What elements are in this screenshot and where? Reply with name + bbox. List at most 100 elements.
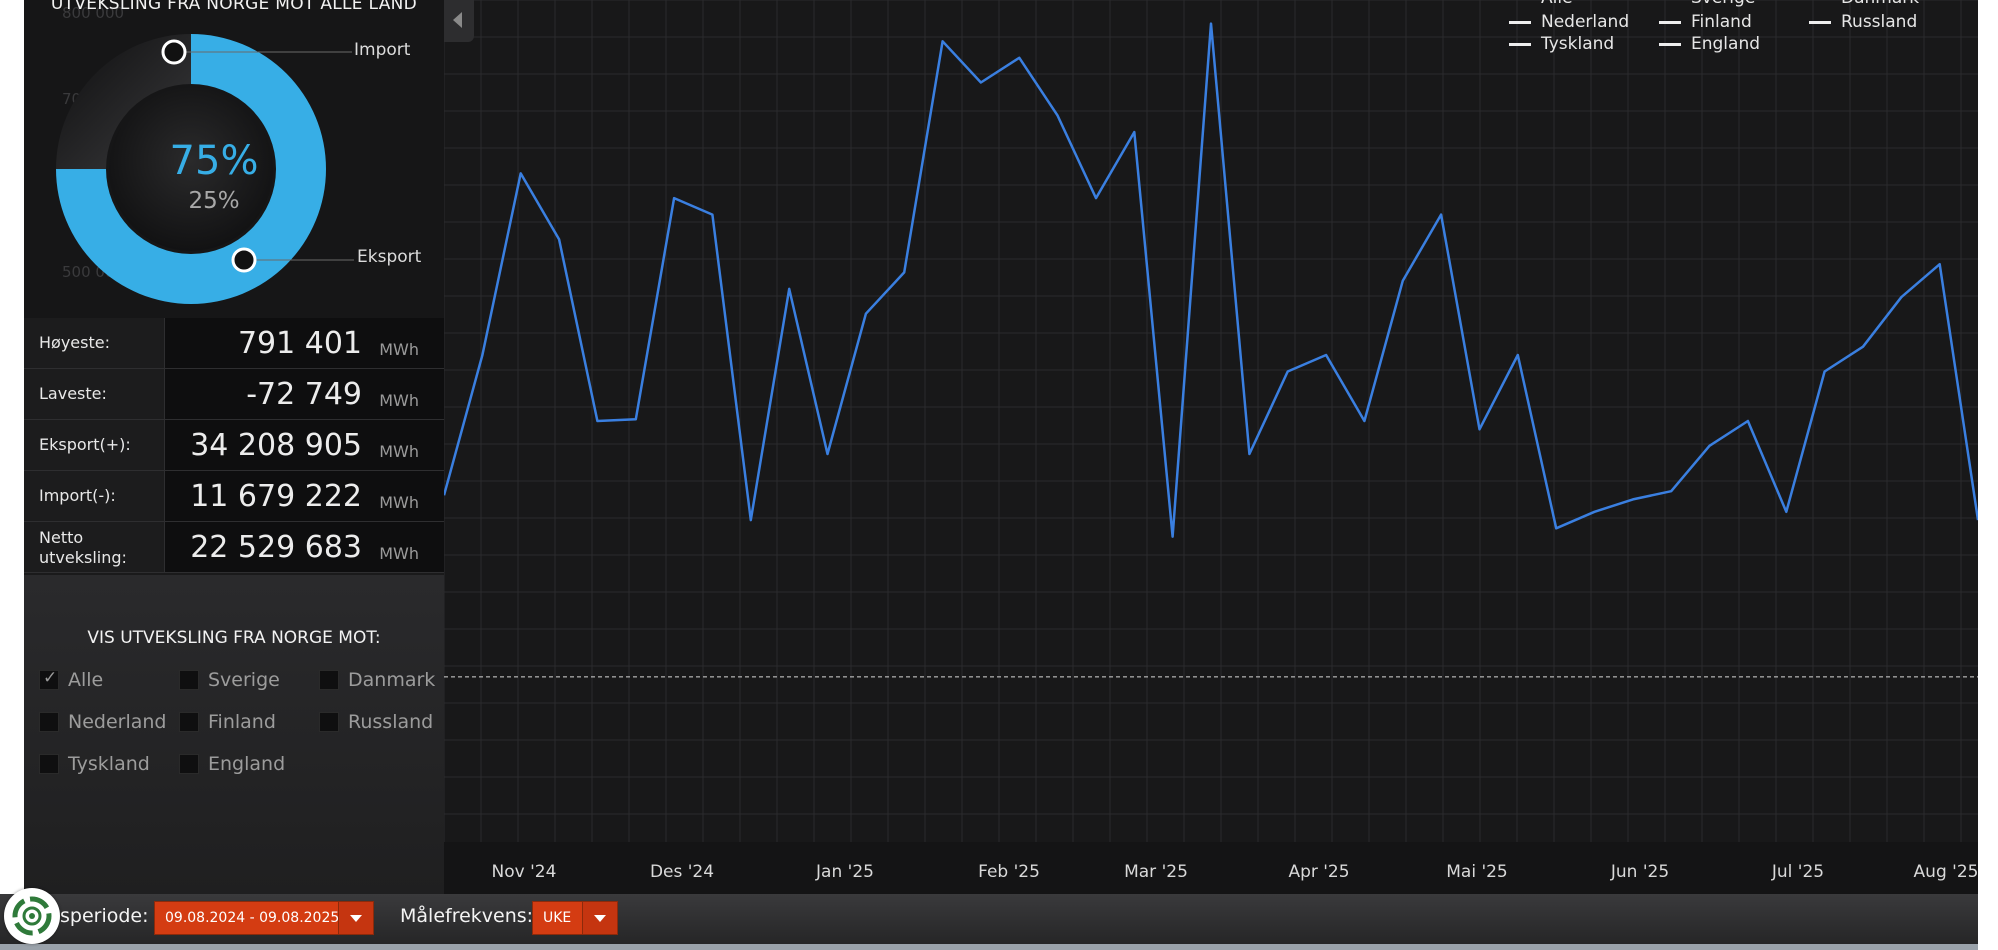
stat-value-cell: 11 679 222 MWh	[165, 471, 444, 521]
stat-value-cell: 34 208 905 MWh	[165, 420, 444, 470]
checkbox-tyskland[interactable]: Tyskland	[39, 752, 150, 776]
legend-label: Tyskland	[1541, 34, 1615, 54]
legend-swatch	[1659, 20, 1681, 24]
stat-row-export: Eksport(+): 34 208 905 MWh	[24, 420, 444, 471]
legend-item-danmark[interactable]: Danmark	[1809, 0, 1919, 8]
stat-value-cell: -72 749 MWh	[165, 369, 444, 419]
chevron-down-icon[interactable]	[338, 902, 373, 934]
frequency-label: Målefrekvens:	[400, 905, 534, 927]
x-tick-label: Des '24	[649, 862, 715, 882]
import-percentage: 25%	[188, 188, 240, 214]
stat-row-highest: Høyeste: 791 401 MWh	[24, 318, 444, 369]
legend-label: Finland	[1691, 12, 1752, 32]
stat-unit: MWh	[379, 391, 419, 410]
filter-title: VIS UTVEKSLING FRA NORGE MOT:	[87, 628, 381, 648]
legend-item-finland[interactable]: Finland	[1659, 12, 1752, 32]
legend-label: Nederland	[1541, 12, 1630, 32]
stat-value: -72 749	[246, 377, 362, 412]
stat-value-cell: 22 529 683 MWh	[165, 522, 444, 572]
period-label: speriode:	[60, 905, 149, 927]
checkbox-label: Danmark	[348, 669, 436, 691]
checkbox-finland[interactable]: Finland	[179, 710, 276, 734]
checkbox-box[interactable]	[39, 668, 59, 690]
checkbox-label: Finland	[208, 711, 276, 733]
panel-title: UTVEKSLING FRA NORGE MOT ALLE LAND	[50, 0, 418, 14]
stat-label: Laveste:	[39, 384, 107, 403]
chevron-down-icon[interactable]	[582, 902, 617, 934]
x-tick-label: Mai '25	[1446, 862, 1508, 882]
stat-row-import: Import(-): 11 679 222 MWh	[24, 471, 444, 522]
export-handle[interactable]	[231, 247, 257, 273]
stat-label: Høyeste:	[39, 333, 110, 352]
legend-item-sverige[interactable]: Sverige	[1659, 0, 1755, 8]
app-logo[interactable]	[4, 888, 60, 944]
period-dropdown[interactable]: 09.08.2024 - 09.08.2025	[154, 901, 374, 935]
stat-label-cell: Høyeste:	[24, 318, 165, 368]
stat-value: 34 208 905	[190, 428, 362, 463]
page-strip-below	[0, 944, 1978, 950]
stat-label: Eksport(+):	[39, 435, 131, 454]
x-tick-label: Apr '25	[1288, 862, 1350, 882]
checkbox-label: Sverige	[208, 669, 280, 691]
legend-item-tyskland[interactable]: Tyskland	[1509, 34, 1614, 54]
checkbox-label: Tyskland	[68, 753, 150, 775]
period-value: 09.08.2024 - 09.08.2025	[165, 910, 340, 926]
app-root: 800 000 700 000 500 000	[0, 0, 1998, 950]
stat-label-cell: Import(-):	[24, 471, 165, 521]
checkbox-england[interactable]: England	[179, 752, 285, 776]
bottom-toolbar: speriode: 09.08.2024 - 09.08.2025 Målefr…	[0, 894, 1978, 944]
stat-label: Netto utveksling:	[39, 528, 127, 567]
stat-value-cell: 791 401 MWh	[165, 318, 444, 368]
chart-area: Nov '24 Des '24 Jan '25 Feb '25 Mar '25 …	[444, 0, 1978, 894]
stat-label: Import(-):	[39, 486, 116, 505]
stat-label-cell: Laveste:	[24, 369, 165, 419]
import-handle[interactable]	[161, 39, 187, 65]
x-tick-label: Jun '25	[1610, 862, 1670, 882]
stat-unit: MWh	[379, 340, 419, 359]
stat-unit: MWh	[379, 442, 419, 461]
stat-row-lowest: Laveste: -72 749 MWh	[24, 369, 444, 420]
checkbox-box[interactable]	[39, 754, 59, 774]
frequency-dropdown[interactable]: UKE	[532, 901, 618, 935]
checkbox-russland[interactable]: Russland	[319, 710, 433, 734]
legend-label: Alle	[1541, 0, 1573, 8]
legend-swatch	[1509, 20, 1531, 24]
collapse-panel-button[interactable]	[444, 0, 474, 42]
checkbox-danmark[interactable]: Danmark	[319, 668, 435, 692]
checkbox-sverige[interactable]: Sverige	[179, 668, 280, 692]
legend-item-nederland[interactable]: Nederland	[1509, 12, 1629, 32]
stat-unit: MWh	[379, 493, 419, 512]
legend-swatch	[1659, 42, 1681, 46]
legend-label: Sverige	[1691, 0, 1755, 8]
legend-item-russland[interactable]: Russland	[1809, 12, 1917, 32]
checkbox-box[interactable]	[39, 712, 59, 732]
checkbox-label: England	[208, 753, 286, 775]
recycle-logo-icon	[12, 896, 52, 936]
checkbox-label: Nederland	[68, 711, 167, 733]
x-tick-label: Mar '25	[1124, 862, 1188, 882]
legend-label: Danmark	[1841, 0, 1919, 8]
checkbox-box[interactable]	[319, 712, 339, 732]
checkbox-box[interactable]	[319, 670, 339, 690]
donut-area: 800 000 700 000 500 000	[24, 0, 444, 318]
x-tick-label: Feb '25	[978, 862, 1040, 882]
stat-label-cell: Netto utveksling:	[24, 522, 165, 572]
checkbox-box[interactable]	[179, 712, 199, 732]
legend-item-england[interactable]: England	[1659, 34, 1760, 54]
checkbox-label: Alle	[68, 669, 104, 691]
export-percentage: 75%	[169, 138, 259, 184]
checkbox-label: Russland	[348, 711, 434, 733]
checkbox-alle[interactable]: Alle	[39, 668, 103, 692]
checkbox-box[interactable]	[179, 754, 199, 774]
x-tick-label: Aug '25	[1913, 862, 1978, 882]
stat-value: 11 679 222	[190, 479, 362, 514]
chevron-left-icon	[453, 12, 462, 28]
checkbox-nederland[interactable]: Nederland	[39, 710, 167, 734]
checkbox-box[interactable]	[179, 670, 199, 690]
country-filter: VIS UTVEKSLING FRA NORGE MOT: Alle Sveri…	[24, 575, 444, 894]
legend-item-alle[interactable]: Alle	[1509, 0, 1573, 8]
import-label: Import	[354, 40, 411, 60]
export-label: Eksport	[357, 247, 422, 267]
stat-unit: MWh	[379, 544, 419, 563]
stats-table: Høyeste: 791 401 MWh Laveste: -72 749 MW…	[24, 318, 444, 573]
